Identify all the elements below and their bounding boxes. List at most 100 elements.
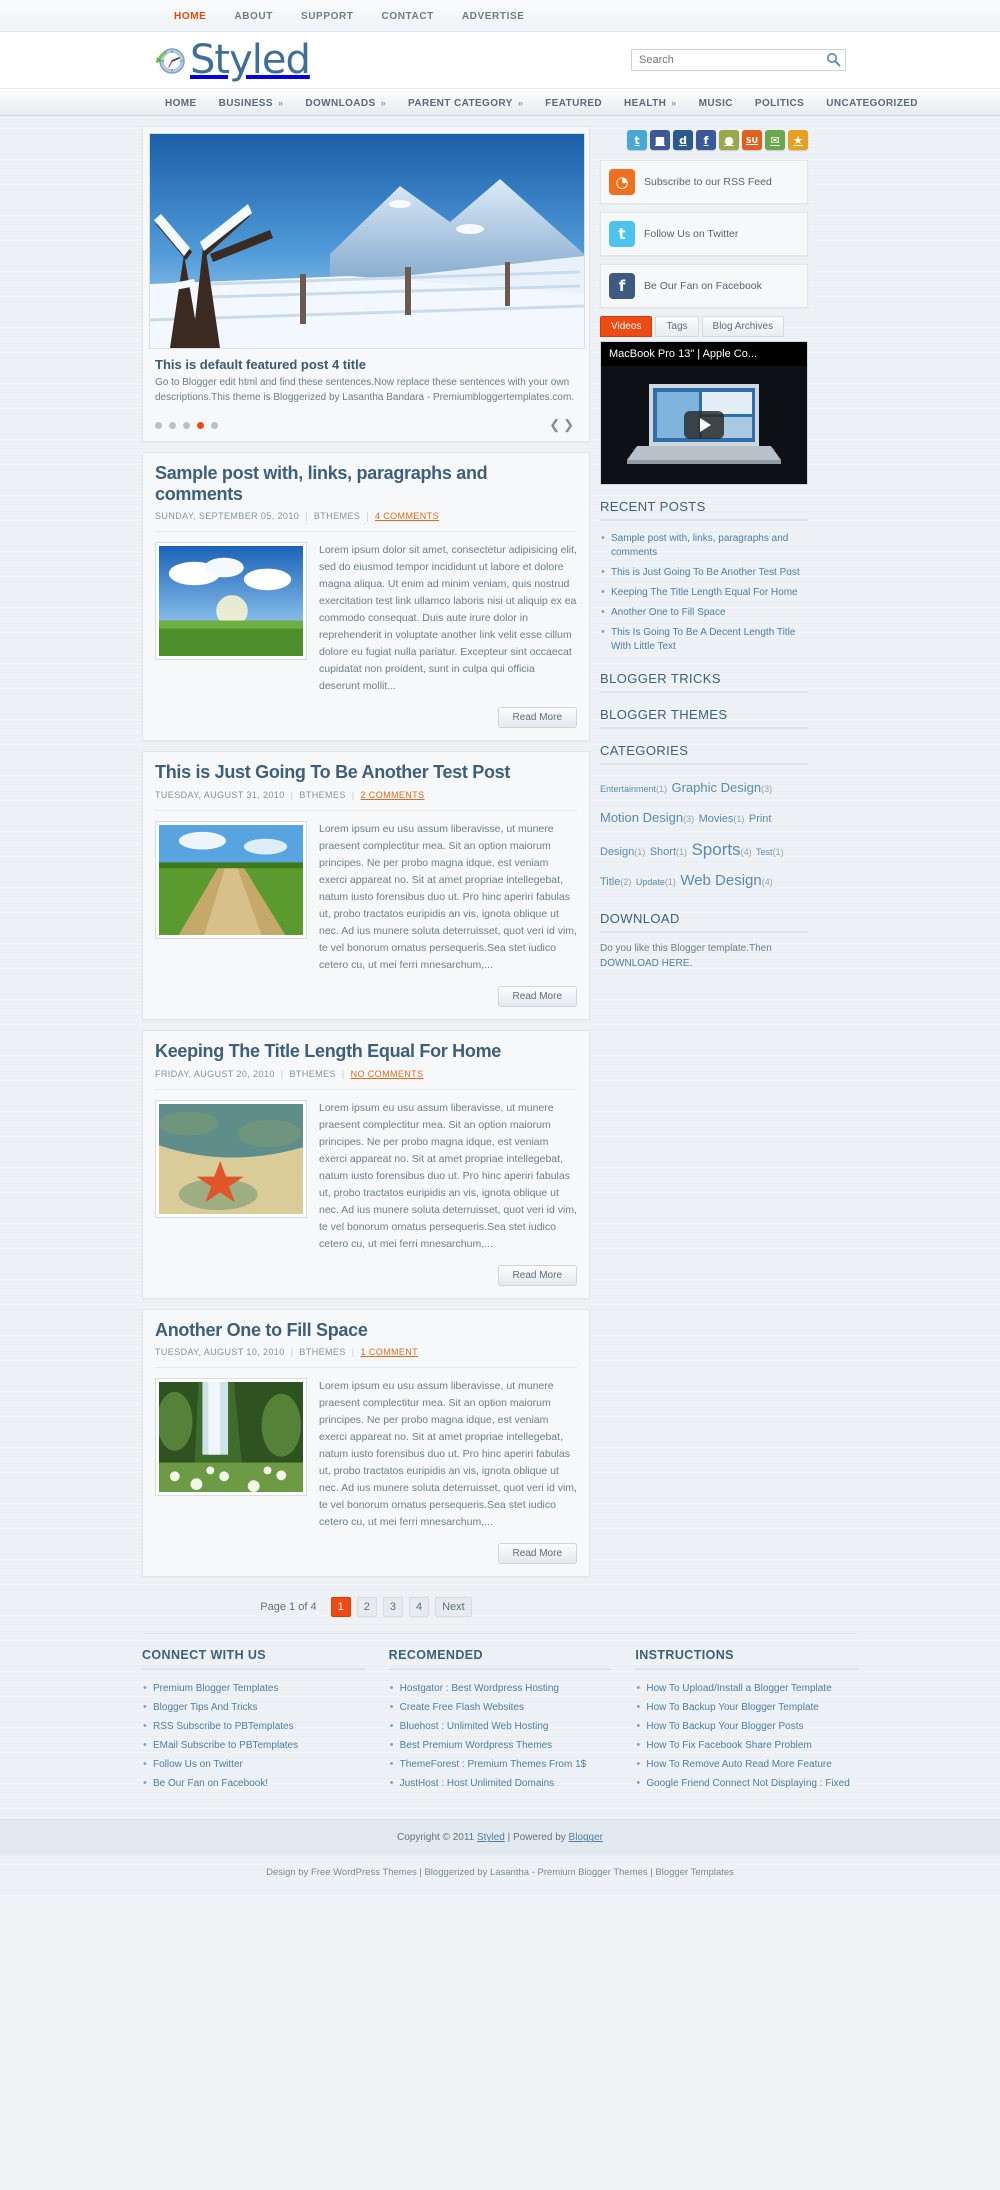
rss-icon[interactable]: ●: [719, 130, 739, 150]
post-title[interactable]: Keeping The Title Length Equal For Home: [155, 1041, 577, 1062]
topnav-item-about[interactable]: ABOUT: [234, 11, 273, 22]
footer-link[interactable]: Create Free Flash Websites: [400, 1702, 524, 1713]
footer-list-item[interactable]: ThemeForest : Premium Themes From 1$: [389, 1755, 612, 1774]
recent-post-link[interactable]: Keeping The Title Length Equal For Home: [611, 587, 798, 598]
footer-link[interactable]: How To Backup Your Blogger Posts: [646, 1721, 803, 1732]
nav-item-business[interactable]: BUSINESS »: [208, 89, 295, 117]
post-thumbnail[interactable]: [155, 1378, 307, 1497]
category-link[interactable]: Short: [650, 846, 676, 858]
footer-list-item[interactable]: How To Backup Your Blogger Posts: [635, 1717, 858, 1736]
recent-posts-list[interactable]: Sample post with, links, paragraphs and …: [600, 529, 808, 657]
footer-list-item[interactable]: Google Friend Connect Not Displaying : F…: [635, 1774, 858, 1793]
topnav-item-contact[interactable]: CONTACT: [382, 11, 434, 22]
read-more-button[interactable]: Read More: [497, 1264, 577, 1286]
category-link[interactable]: Sports: [691, 840, 740, 859]
footer-list-item[interactable]: Premium Blogger Templates: [142, 1679, 365, 1698]
stumbleupon-icon[interactable]: SU: [742, 130, 762, 150]
footer-link[interactable]: How To Fix Facebook Share Problem: [646, 1740, 811, 1751]
post-thumbnail[interactable]: [155, 1099, 307, 1218]
digg-icon[interactable]: d: [673, 130, 693, 150]
post-thumbnail[interactable]: [155, 821, 307, 940]
footer-list-item[interactable]: Bluehost : Unlimited Web Hosting: [389, 1717, 612, 1736]
sidebar-tab-videos[interactable]: Videos: [600, 316, 653, 337]
technorati-icon[interactable]: ✉: [765, 130, 785, 150]
recent-post-item[interactable]: Another One to Fill Space: [600, 603, 808, 623]
footer-link[interactable]: ThemeForest : Premium Themes From 1$: [400, 1759, 587, 1770]
category-link[interactable]: Title: [600, 876, 620, 888]
nav-item-downloads[interactable]: DOWNLOADS »: [294, 89, 397, 117]
recent-post-link[interactable]: This Is Going To Be A Decent Length Titl…: [611, 627, 795, 652]
video-stage[interactable]: [601, 366, 807, 484]
post-title[interactable]: Another One to Fill Space: [155, 1320, 577, 1341]
recent-post-item[interactable]: Sample post with, links, paragraphs and …: [600, 529, 808, 563]
site-logo[interactable]: Styled: [142, 40, 311, 80]
subscribe-box[interactable]: ◔ Subscribe to our RSS Feed: [600, 160, 808, 204]
slider-dot[interactable]: [169, 421, 176, 429]
category-link[interactable]: Update: [636, 877, 665, 887]
slider-dot[interactable]: [155, 421, 162, 429]
post-thumbnail[interactable]: [155, 542, 307, 661]
subscribe-box[interactable]: t Follow Us on Twitter: [600, 212, 808, 256]
category-link[interactable]: Motion Design: [600, 810, 683, 825]
social-icon-row[interactable]: t ■ d f ● SU ✉ ★: [600, 126, 808, 160]
page-number-4[interactable]: 4: [408, 1597, 430, 1618]
sidebar-tab-tags[interactable]: Tags: [655, 316, 699, 337]
footer-list-item[interactable]: Be Our Fan on Facebook!: [142, 1774, 365, 1793]
nav-item-politics[interactable]: POLITICS: [744, 89, 815, 117]
footer-link[interactable]: JustHost : Host Unlimited Domains: [400, 1778, 555, 1789]
footer-link[interactable]: Follow Us on Twitter: [153, 1759, 243, 1770]
category-link[interactable]: Entertainment: [600, 784, 656, 794]
footer-list-item[interactable]: Best Premium Wordpress Themes: [389, 1736, 612, 1755]
recent-post-item[interactable]: This Is Going To Be A Decent Length Titl…: [600, 623, 808, 657]
footer-link[interactable]: Blogger Tips And Tricks: [153, 1702, 258, 1713]
twitter-icon[interactable]: t: [627, 130, 647, 150]
footer-list-item[interactable]: EMail Subscribe to PBTemplates: [142, 1736, 365, 1755]
slider-dot[interactable]: [211, 421, 218, 429]
footer-link[interactable]: EMail Subscribe to PBTemplates: [153, 1740, 298, 1751]
footer-link[interactable]: RSS Subscribe to PBTemplates: [153, 1721, 294, 1732]
category-cloud[interactable]: Entertainment(1) Graphic Design(3) Motio…: [600, 773, 808, 897]
page-number-1[interactable]: 1: [330, 1597, 351, 1618]
recent-post-link[interactable]: This is Just Going To Be Another Test Po…: [611, 567, 800, 578]
post-comments-link[interactable]: NO COMMENTS: [351, 1069, 424, 1079]
category-link[interactable]: Graphic Design: [671, 780, 761, 795]
footer-link[interactable]: Be Our Fan on Facebook!: [153, 1778, 268, 1789]
footer-list-item[interactable]: JustHost : Host Unlimited Domains: [389, 1774, 612, 1793]
read-more-button[interactable]: Read More: [497, 707, 577, 729]
video-widget[interactable]: MacBook Pro 13" | Apple Co...: [600, 341, 808, 485]
footer-link[interactable]: How To Remove Auto Read More Feature: [646, 1759, 831, 1770]
sidebar-tabs[interactable]: Videos Tags Blog Archives: [600, 316, 808, 337]
nav-item-music[interactable]: MUSIC: [688, 89, 744, 117]
recent-post-item[interactable]: This is Just Going To Be Another Test Po…: [600, 563, 808, 583]
slider-title[interactable]: This is default featured post 4 title: [155, 357, 577, 372]
search-icon[interactable]: [826, 52, 841, 67]
pagination-next[interactable]: Next: [435, 1597, 472, 1618]
post-comments-link[interactable]: 2 COMMENTS: [360, 790, 424, 800]
footer-list-item[interactable]: How To Backup Your Blogger Template: [635, 1698, 858, 1717]
download-here-link[interactable]: DOWNLOAD HERE.: [600, 958, 692, 969]
topnav-item-advertise[interactable]: ADVERTISE: [462, 11, 525, 22]
nav-item-health[interactable]: HEALTH »: [613, 89, 688, 117]
subscribe-box[interactable]: f Be Our Fan on Facebook: [600, 264, 808, 308]
read-more-button[interactable]: Read More: [497, 1543, 577, 1565]
footer-link[interactable]: Google Friend Connect Not Displaying : F…: [646, 1778, 849, 1789]
copyright-platform-link[interactable]: Blogger: [569, 1832, 603, 1843]
topnav-item-home[interactable]: HOME: [174, 11, 206, 22]
footer-list-item[interactable]: Hostgator : Best Wordpress Hosting: [389, 1679, 612, 1698]
post-title[interactable]: This is Just Going To Be Another Test Po…: [155, 762, 577, 783]
recent-post-link[interactable]: Another One to Fill Space: [611, 607, 726, 618]
footer-list-item[interactable]: How To Fix Facebook Share Problem: [635, 1736, 858, 1755]
pagination[interactable]: Page 1 of 4 1 2 3 4 Next: [142, 1587, 590, 1633]
featured-slider[interactable]: This is default featured post 4 title Go…: [142, 126, 590, 442]
footer-list-item[interactable]: How To Upload/Install a Blogger Template: [635, 1679, 858, 1698]
copyright-brand-link[interactable]: Styled: [477, 1832, 505, 1843]
footer-list-item[interactable]: Blogger Tips And Tricks: [142, 1698, 365, 1717]
footer-list-item[interactable]: Create Free Flash Websites: [389, 1698, 612, 1717]
recent-post-item[interactable]: Keeping The Title Length Equal For Home: [600, 583, 808, 603]
slider-dot-active[interactable]: [197, 421, 204, 429]
category-link[interactable]: Movies: [699, 813, 734, 825]
slider-image[interactable]: [149, 133, 585, 349]
share-icon[interactable]: ★: [788, 130, 808, 150]
search-input[interactable]: [631, 49, 846, 71]
facebook-icon[interactable]: f: [696, 130, 716, 150]
